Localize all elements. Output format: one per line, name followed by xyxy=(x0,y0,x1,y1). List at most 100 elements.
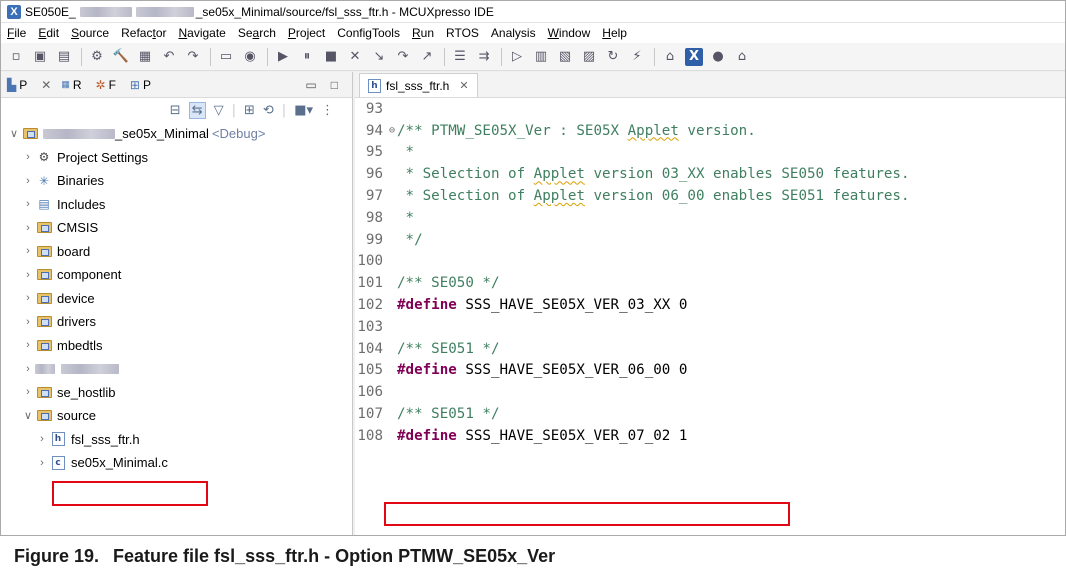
tree-item-source[interactable]: ∨ source xyxy=(7,404,352,428)
line-number: 101 xyxy=(357,275,383,292)
refresh-icon[interactable]: ↻ xyxy=(604,48,622,66)
menu-item[interactable]: Analysis xyxy=(491,26,536,40)
chevron-right-icon[interactable]: › xyxy=(35,457,49,469)
link-with-editor-icon[interactable]: ⇆ xyxy=(188,101,206,119)
undo-icon[interactable]: ↶ xyxy=(160,48,178,66)
chevron-right-icon[interactable]: › xyxy=(21,175,35,187)
chevron-right-icon[interactable]: › xyxy=(21,292,35,304)
chevron-right-icon[interactable]: › xyxy=(21,222,35,234)
close-tab-icon[interactable]: ✕ xyxy=(459,79,468,92)
drop-frame-icon[interactable]: ⇉ xyxy=(475,48,493,66)
instruction-step-icon[interactable]: ☰ xyxy=(451,48,469,66)
tree-item-mbedtls[interactable]: › mbedtls xyxy=(7,334,352,358)
tree-item-redacted[interactable]: › xyxy=(7,357,352,381)
view-menu-icon[interactable]: ■▾ xyxy=(294,103,313,118)
collapse-all-icon[interactable]: ⊟ xyxy=(170,103,181,118)
tree-item-fsl-sss-ftr-h[interactable]: › h fsl_sss_ftr.h xyxy=(7,428,352,452)
tree-item-se-hostlib[interactable]: › se_hostlib xyxy=(7,381,352,405)
step-into-icon[interactable]: ↘ xyxy=(370,48,388,66)
profile-icon[interactable]: ▥ xyxy=(532,48,550,66)
settings-icon[interactable]: ⚙ xyxy=(88,48,106,66)
external-tools-icon[interactable]: ▧ xyxy=(556,48,574,66)
sync-icon[interactable]: ⟲ xyxy=(263,103,274,118)
run-icon[interactable]: ▷ xyxy=(508,48,526,66)
tab-registers[interactable]: ▦ R xyxy=(61,78,81,92)
close-view-icon[interactable]: ✕ xyxy=(41,78,51,92)
tab-peripherals[interactable]: ⊞ P xyxy=(130,78,151,92)
minimize-icon[interactable]: ▭ xyxy=(305,78,316,92)
tree-item-board[interactable]: › board xyxy=(7,240,352,264)
menu-item[interactable]: Edit xyxy=(38,26,59,40)
tree-item-includes[interactable]: › ▤ Includes xyxy=(7,193,352,217)
terminal-icon[interactable]: ▭ xyxy=(217,48,235,66)
home-icon[interactable]: ⌂ xyxy=(733,48,751,66)
chevron-down-icon[interactable]: ∨ xyxy=(7,127,21,140)
chevron-right-icon[interactable]: › xyxy=(21,245,35,257)
new-working-set-icon[interactable]: ⊞ xyxy=(244,103,255,118)
new-icon[interactable]: ▫ xyxy=(7,48,25,66)
menu-item[interactable]: RTOS xyxy=(446,26,479,40)
spelling-warning: Applet xyxy=(533,188,585,205)
save-icon[interactable]: ▣ xyxy=(31,48,49,66)
chevron-down-icon[interactable]: ∨ xyxy=(21,409,35,422)
chevron-right-icon[interactable]: › xyxy=(35,433,49,445)
chevron-right-icon[interactable]: › xyxy=(21,151,35,163)
tab-project-explorer[interactable]: ▙ P xyxy=(7,78,27,92)
menu-item[interactable]: Search xyxy=(238,26,276,40)
menu-item[interactable]: Refactor xyxy=(121,26,166,40)
chevron-right-icon[interactable]: › xyxy=(21,386,35,398)
tree-item-device[interactable]: › device xyxy=(7,287,352,311)
menu-item[interactable]: Project xyxy=(288,26,325,40)
menu-item[interactable]: File xyxy=(7,26,26,40)
save-all-icon[interactable]: ▤ xyxy=(55,48,73,66)
chevron-right-icon[interactable]: › xyxy=(21,198,35,210)
line-number: 97 xyxy=(365,188,383,205)
tree-item-project[interactable]: ∨ _se05x_Minimal <Debug> xyxy=(7,122,352,146)
code-text: */ xyxy=(397,231,423,248)
menu-item[interactable]: Run xyxy=(412,26,434,40)
memory-icon[interactable]: ▨ xyxy=(580,48,598,66)
fold-collapse-icon[interactable]: ⊖ xyxy=(389,125,397,136)
menu-item[interactable]: Source xyxy=(71,26,109,40)
flash-icon[interactable]: ⚡ xyxy=(628,48,646,66)
chevron-right-icon[interactable]: › xyxy=(21,339,35,351)
more-icon[interactable]: ⋮ xyxy=(321,103,334,118)
build-icon[interactable]: 🔨 xyxy=(112,48,130,66)
step-return-icon[interactable]: ↗ xyxy=(418,48,436,66)
perspective-icon[interactable]: ⌂ xyxy=(661,48,679,66)
tree-item-cmsis[interactable]: › CMSIS xyxy=(7,216,352,240)
tree-item-project-settings[interactable]: › ⚙ Project Settings xyxy=(7,146,352,170)
code-line: 93 xyxy=(355,98,1065,120)
disconnect-icon[interactable]: ✕ xyxy=(346,48,364,66)
pause-icon[interactable]: ⏸ xyxy=(298,48,316,66)
line-number: 99 xyxy=(365,231,383,248)
code-line: 107 /** SE051 */ xyxy=(355,403,1065,425)
redo-icon[interactable]: ↷ xyxy=(184,48,202,66)
chevron-right-icon[interactable]: › xyxy=(21,269,35,281)
code-area[interactable]: 93 94 ⊖/** PTMW_SE05X_Ver : SE05X Applet v… xyxy=(355,98,1065,447)
tree-item-se05x-minimal-c[interactable]: › c se05x_Minimal.c xyxy=(7,451,352,475)
binary-icon[interactable]: ▦ xyxy=(136,48,154,66)
chevron-right-icon[interactable]: › xyxy=(21,363,35,375)
tree-item-drivers[interactable]: › drivers xyxy=(7,310,352,334)
stop-icon[interactable]: ■ xyxy=(322,48,340,66)
maximize-icon[interactable]: □ xyxy=(331,78,338,92)
step-over-icon[interactable]: ↷ xyxy=(394,48,412,66)
tree-item-binaries[interactable]: › ✳ Binaries xyxy=(7,169,352,193)
tree-item-component[interactable]: › component xyxy=(7,263,352,287)
debug-icon[interactable]: ◉ xyxy=(241,48,259,66)
editor-tab-fsl-sss-ftr-h[interactable]: h fsl_sss_ftr.h ✕ xyxy=(359,73,478,97)
chevron-right-icon[interactable]: › xyxy=(21,316,35,328)
menu-item[interactable]: ConfigTools xyxy=(337,26,400,40)
filter-icon[interactable]: ▽ xyxy=(214,103,224,118)
mcuxpresso-icon[interactable]: X xyxy=(685,47,703,66)
source-folder-icon xyxy=(35,409,53,423)
menu-item[interactable]: Help xyxy=(602,26,627,40)
info-icon[interactable]: ● xyxy=(709,48,727,66)
project-name: _se05x_Minimal xyxy=(115,126,209,142)
menu-item[interactable]: Navigate xyxy=(178,26,225,40)
build-config-label: <Debug> xyxy=(211,126,266,142)
menu-item[interactable]: Window xyxy=(548,26,591,40)
tab-faults[interactable]: ✲ F xyxy=(96,78,116,92)
resume-icon[interactable]: ▶ xyxy=(274,48,292,66)
